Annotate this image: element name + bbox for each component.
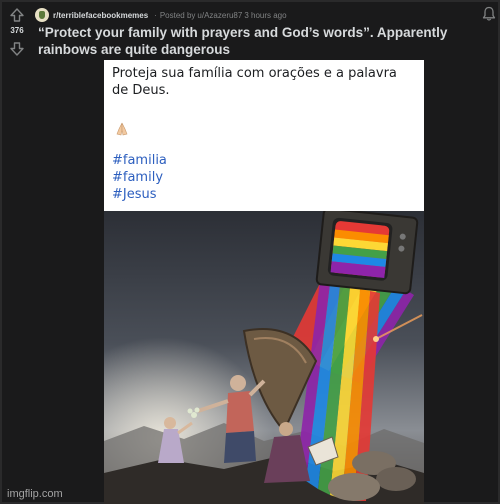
subreddit-avatar-icon[interactable] bbox=[35, 8, 49, 22]
caption-text: Proteja sua família com orações e a pala… bbox=[112, 66, 397, 98]
imgflip-watermark: imgflip.com bbox=[7, 488, 63, 500]
facebook-post-caption: Proteja sua família com orações e a pala… bbox=[104, 60, 424, 211]
vote-column: 376 bbox=[2, 2, 32, 62]
folded-hands-icon bbox=[114, 121, 130, 136]
post-time: 3 hours ago bbox=[244, 10, 287, 20]
upvote-icon[interactable] bbox=[9, 7, 25, 23]
downvote-icon[interactable] bbox=[9, 41, 25, 57]
hashtag-link[interactable]: #family bbox=[112, 169, 167, 186]
painting-illustration bbox=[104, 211, 424, 504]
posted-by-label: Posted by bbox=[159, 10, 196, 20]
tv-icon bbox=[315, 211, 419, 295]
meta-separator: · bbox=[154, 10, 157, 20]
bell-icon[interactable] bbox=[482, 6, 496, 22]
author-link[interactable]: u/Azazeru87 bbox=[197, 11, 242, 20]
hashtag-link[interactable]: #familia bbox=[112, 152, 167, 169]
subreddit-link[interactable]: r/terriblefacebookmemes bbox=[53, 11, 148, 20]
hashtag-list: #familia #family #Jesus bbox=[112, 152, 167, 203]
post-meta: r/terriblefacebookmemes · Posted by u/Az… bbox=[35, 7, 287, 23]
post-image[interactable]: Proteja sua família com orações e a pala… bbox=[104, 60, 424, 504]
vote-score: 376 bbox=[10, 26, 24, 35]
hashtag-link[interactable]: #Jesus bbox=[112, 186, 167, 203]
post-title[interactable]: “Protect your family with prayers and Go… bbox=[38, 24, 478, 58]
